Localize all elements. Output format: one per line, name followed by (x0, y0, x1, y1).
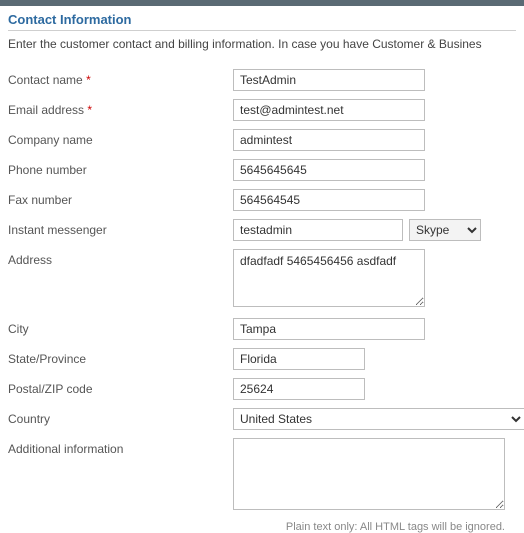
company-input[interactable] (233, 129, 425, 151)
city-input[interactable] (233, 318, 425, 340)
label-country: Country (8, 408, 233, 426)
row-email: Email address * (8, 99, 516, 121)
row-company: Company name (8, 129, 516, 151)
required-mark: * (87, 103, 92, 117)
row-fax: Fax number (8, 189, 516, 211)
label-state: State/Province (8, 348, 233, 366)
additional-textarea[interactable] (233, 438, 505, 510)
phone-input[interactable] (233, 159, 425, 181)
label-company: Company name (8, 129, 233, 147)
label-address: Address (8, 249, 233, 267)
section-title: Contact Information (8, 6, 516, 31)
label-city: City (8, 318, 233, 336)
contact-name-input[interactable] (233, 69, 425, 91)
section-description: Enter the customer contact and billing i… (8, 37, 516, 51)
fax-input[interactable] (233, 189, 425, 211)
row-contact-name: Contact name * (8, 69, 516, 91)
plain-text-hint: Plain text only: All HTML tags will be i… (8, 521, 513, 533)
row-state: State/Province (8, 348, 516, 370)
label-additional: Additional information (8, 438, 233, 456)
row-address: Address <span></span> (8, 249, 516, 310)
row-phone: Phone number (8, 159, 516, 181)
label-phone: Phone number (8, 159, 233, 177)
required-mark: * (86, 73, 91, 87)
label-text: Contact name (8, 73, 83, 87)
state-input[interactable] (233, 348, 365, 370)
row-im: Instant messenger Skype (8, 219, 516, 241)
label-text: Email address (8, 103, 84, 117)
label-email: Email address * (8, 99, 233, 117)
row-city: City (8, 318, 516, 340)
label-fax: Fax number (8, 189, 233, 207)
address-textarea[interactable]: <span></span> (233, 249, 425, 307)
email-input[interactable] (233, 99, 425, 121)
label-im: Instant messenger (8, 219, 233, 237)
country-select[interactable]: United States (233, 408, 524, 430)
row-additional: Additional information (8, 438, 516, 513)
label-contact-name: Contact name * (8, 69, 233, 87)
im-service-select[interactable]: Skype (409, 219, 481, 241)
row-country: Country United States (8, 408, 516, 430)
im-handle-input[interactable] (233, 219, 403, 241)
contact-info-section: Contact Information Enter the customer c… (0, 6, 524, 533)
label-postal: Postal/ZIP code (8, 378, 233, 396)
postal-input[interactable] (233, 378, 365, 400)
row-postal: Postal/ZIP code (8, 378, 516, 400)
